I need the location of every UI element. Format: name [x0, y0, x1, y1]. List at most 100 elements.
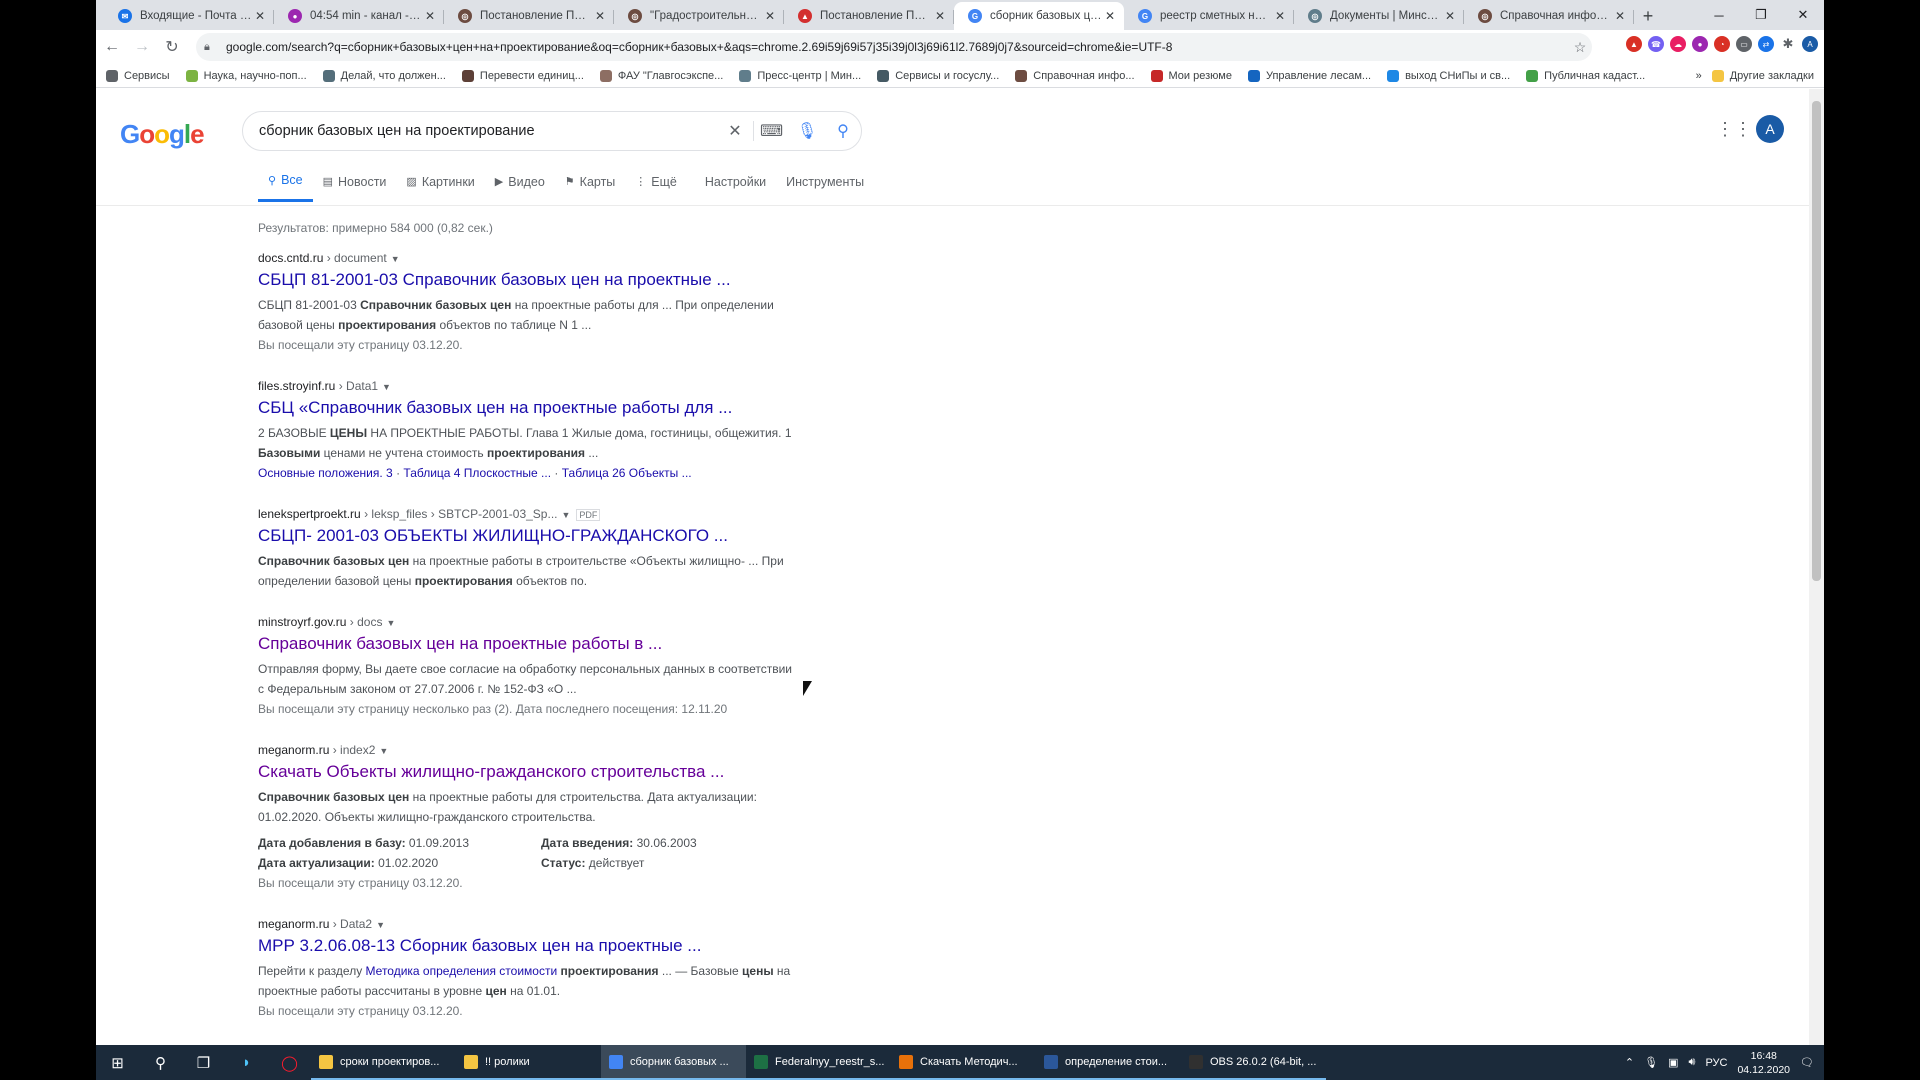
- bookmark-item[interactable]: Публичная кадаст...: [1526, 69, 1645, 82]
- search-tab[interactable]: ▶ Видео: [485, 173, 555, 202]
- result-title-link[interactable]: СБЦ «Справочник базовых цен на проектные…: [258, 397, 798, 419]
- tab-close-icon[interactable]: ✕: [592, 9, 608, 23]
- result-menu-icon[interactable]: ▼: [376, 920, 385, 930]
- snippet-link[interactable]: Таблица 4 Плоскостные ...: [403, 466, 551, 480]
- result-title-link[interactable]: Скачать Объекты жилищно-гражданского стр…: [258, 761, 798, 783]
- result-url[interactable]: docs.cntd.ru › document ▼: [258, 251, 798, 269]
- snippet-link[interactable]: Таблица 26 Объекты ...: [562, 466, 692, 480]
- taskbar-app[interactable]: определение стои...: [1036, 1045, 1181, 1080]
- taskbar-app[interactable]: !! ролики: [456, 1045, 601, 1080]
- clock[interactable]: 16:48 04.12.2020: [1737, 1049, 1790, 1077]
- opera-icon[interactable]: ◯: [268, 1045, 311, 1080]
- volume-icon[interactable]: 🔊︎: [1689, 1056, 1696, 1069]
- result-url[interactable]: minstroyrf.gov.ru › docs ▼: [258, 615, 798, 633]
- search-tab[interactable]: ⋮ Ещё: [625, 173, 687, 202]
- reload-icon[interactable]: ↻: [158, 33, 186, 61]
- profile-avatar-icon[interactable]: A: [1802, 36, 1818, 52]
- tab-close-icon[interactable]: ✕: [1442, 9, 1458, 23]
- minimize-button[interactable]: ─: [1698, 0, 1740, 30]
- taskbar-app[interactable]: Federalnyy_reestr_s...: [746, 1045, 891, 1080]
- browser-tab[interactable]: ◎ "Градостроительный к...✕: [614, 2, 784, 30]
- tab-close-icon[interactable]: ✕: [252, 9, 268, 23]
- lock-icon[interactable]: 🔒︎: [204, 41, 220, 54]
- taskbar-app[interactable]: сроки проектиров...: [311, 1045, 456, 1080]
- keyboard-icon[interactable]: ⌨: [753, 121, 789, 141]
- language-indicator[interactable]: РУС: [1705, 1057, 1727, 1069]
- taskbar-app[interactable]: OBS 26.0.2 (64-bit, ...: [1181, 1045, 1326, 1080]
- bookmark-item[interactable]: ФАУ "Главгосэкспе...: [599, 69, 723, 82]
- search-input[interactable]: сборник базовых цен на проектирование: [259, 123, 717, 139]
- result-url[interactable]: meganorm.ru › Data2 ▼: [258, 917, 798, 935]
- tab-close-icon[interactable]: ✕: [932, 9, 948, 23]
- bookmarks-overflow-button[interactable]: »: [1696, 70, 1702, 82]
- result-menu-icon[interactable]: ▼: [379, 746, 388, 756]
- tab-close-icon[interactable]: ✕: [1102, 9, 1118, 23]
- bookmark-item[interactable]: Пресс-центр | Мин...: [739, 69, 861, 82]
- snippet-link[interactable]: Основные положения. 3: [258, 466, 393, 480]
- result-title-link[interactable]: МРР 3.2.06.08-13 Сборник базовых цен на …: [258, 935, 798, 957]
- other-bookmarks-folder[interactable]: Другие закладки: [1711, 70, 1814, 82]
- edge-icon[interactable]: ◗: [225, 1045, 268, 1080]
- result-sitelinks[interactable]: Основные положения. 3 · Таблица 4 Плоско…: [258, 463, 798, 483]
- bookmark-item[interactable]: Сервисы и госуслу...: [877, 69, 999, 82]
- bookmark-item[interactable]: Наука, научно-поп...: [185, 69, 307, 82]
- search-tab[interactable]: Настройки: [695, 173, 776, 202]
- bookmark-item[interactable]: Перевести единиц...: [461, 69, 584, 82]
- tab-close-icon[interactable]: ✕: [1272, 9, 1288, 23]
- restore-button[interactable]: ❐: [1740, 0, 1782, 30]
- result-title-link[interactable]: СБЦП- 2001-03 ОБЪЕКТЫ ЖИЛИЩНО-ГРАЖДАНСКО…: [258, 525, 798, 547]
- extension-cloud-icon[interactable]: ☁: [1670, 36, 1686, 52]
- bookmark-star-icon[interactable]: ☆: [1568, 39, 1592, 56]
- result-url[interactable]: lenekspertproekt.ru › leksp_files › SBTC…: [258, 507, 798, 525]
- address-bar[interactable]: 🔒︎ google.com/search?q=сборник+базовых+ц…: [196, 33, 1592, 61]
- result-title-link[interactable]: СБЦП 81-2001-03 Справочник базовых цен н…: [258, 269, 798, 291]
- bookmark-item[interactable]: Делай, что должен...: [322, 69, 446, 82]
- browser-tab[interactable]: Gреестр сметных норм...✕: [1124, 2, 1294, 30]
- search-box[interactable]: сборник базовых цен на проектирование ✕ …: [242, 111, 862, 151]
- extension-cast-icon[interactable]: ▭: [1736, 36, 1752, 52]
- close-window-button[interactable]: ✕: [1782, 0, 1824, 30]
- browser-tab[interactable]: ◎ Документы | Минстро... ✕: [1294, 2, 1464, 30]
- snippet-link[interactable]: Методика определения стоимости проектиро…: [366, 964, 659, 978]
- extensions-puzzle-icon[interactable]: ✱: [1780, 36, 1796, 52]
- browser-tab[interactable]: ▲ Постановление Прави...✕: [784, 2, 954, 30]
- search-tab[interactable]: Инструменты: [776, 173, 874, 202]
- google-logo[interactable]: Google: [120, 119, 205, 150]
- bookmark-item[interactable]: выход СНиПы и св...: [1387, 69, 1510, 82]
- account-avatar[interactable]: A: [1756, 115, 1784, 143]
- tab-close-icon[interactable]: ✕: [762, 9, 778, 23]
- microphone-icon[interactable]: 🎙︎: [789, 121, 825, 141]
- clear-icon[interactable]: ✕: [717, 121, 753, 141]
- search-tab[interactable]: ▨ Картинки: [396, 173, 484, 202]
- taskbar-app[interactable]: Скачать Методич...: [891, 1045, 1036, 1080]
- search-tab[interactable]: ⚑ Карты: [555, 173, 626, 202]
- notifications-icon[interactable]: 🗨︎: [1800, 1056, 1814, 1069]
- browser-tab[interactable]: Gсборник базовых цен... ✕: [954, 2, 1124, 30]
- result-url[interactable]: meganorm.ru › index2 ▼: [258, 743, 798, 761]
- search-icon[interactable]: ⚲: [139, 1045, 182, 1080]
- task-view-icon[interactable]: ❐: [182, 1045, 225, 1080]
- browser-tab[interactable]: ● 04:54 min - канал - за... ✕: [274, 2, 444, 30]
- new-tab-button[interactable]: +: [1634, 2, 1662, 30]
- windows-start-icon[interactable]: ⊞: [96, 1045, 139, 1080]
- page-scrollbar[interactable]: [1809, 89, 1824, 1045]
- browser-tab[interactable]: ✉ Входящие - Почта Mail.ru✕: [104, 2, 274, 30]
- extension-timer-icon[interactable]: ◔: [1714, 36, 1730, 52]
- browser-tab[interactable]: ◎ Постановление Прави...✕: [444, 2, 614, 30]
- extension-adblock-icon[interactable]: ▲: [1626, 36, 1642, 52]
- result-menu-icon[interactable]: ▼: [391, 254, 400, 264]
- browser-tab[interactable]: ◎ Справочная информа...✕: [1464, 2, 1634, 30]
- result-menu-icon[interactable]: ▼: [382, 382, 391, 392]
- taskbar-app[interactable]: сборник базовых ...: [601, 1045, 746, 1080]
- extension-translate-icon[interactable]: ⇄: [1758, 36, 1774, 52]
- extension-viber-icon[interactable]: ☎: [1648, 36, 1664, 52]
- search-icon[interactable]: ⚲: [825, 121, 861, 141]
- result-url[interactable]: files.stroyinf.ru › Data1 ▼: [258, 379, 798, 397]
- bookmark-item[interactable]: Сервисы: [106, 69, 170, 82]
- bookmark-item[interactable]: Справочная инфо...: [1015, 69, 1135, 82]
- search-tab[interactable]: ▤ Новости: [313, 173, 397, 202]
- tray-overflow-icon[interactable]: ⌃: [1625, 1056, 1634, 1069]
- extension-record-icon[interactable]: ●: [1692, 36, 1708, 52]
- search-tab[interactable]: ⚲ Все: [258, 173, 313, 202]
- scrollbar-thumb[interactable]: [1812, 101, 1821, 581]
